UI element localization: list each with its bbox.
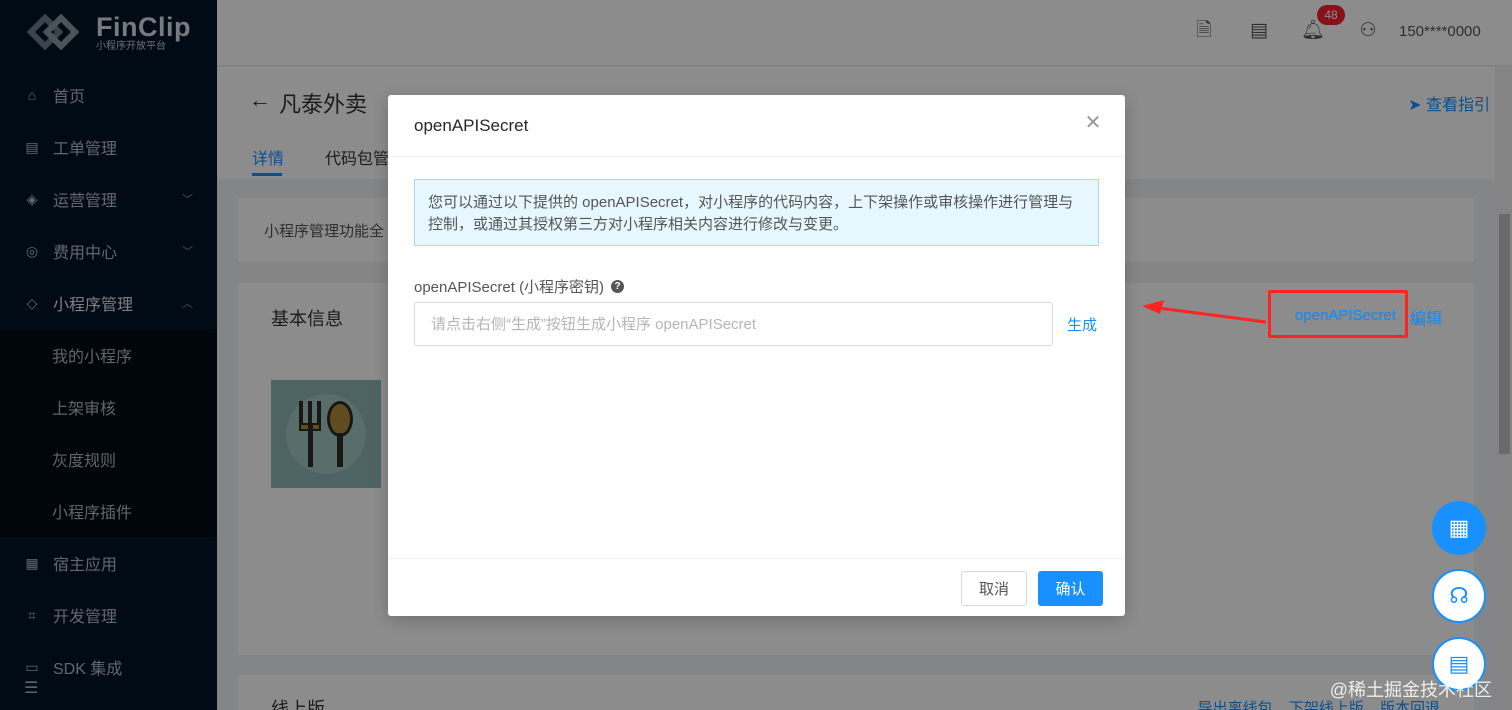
close-icon[interactable]: ✕ <box>1083 113 1103 133</box>
generate-button[interactable]: 生成 <box>1067 314 1097 335</box>
edit-link-highlighted[interactable]: 编辑 <box>1410 305 1442 329</box>
qrcode-icon: ▦ <box>1448 515 1470 540</box>
headset-icon: ☊ <box>1449 583 1469 608</box>
open-api-secret-link-highlighted[interactable]: openAPISecret <box>1295 307 1396 324</box>
modal-header: openAPISecret ✕ <box>388 95 1125 157</box>
cancel-button[interactable]: 取消 <box>961 571 1027 606</box>
secret-field-label: openAPISecret (小程序密钥) ? <box>414 276 625 297</box>
annotation-arrow-icon <box>1142 300 1267 324</box>
secret-input[interactable] <box>414 302 1053 346</box>
question-circle-icon[interactable]: ? <box>611 280 625 293</box>
document-icon: ▤ <box>1448 651 1470 676</box>
customer-service-button[interactable]: ☊ <box>1432 569 1486 623</box>
info-alert: 您可以通过以下提供的 openAPISecret，对小程序的代码内容，上下架操作… <box>414 179 1099 246</box>
confirm-button[interactable]: 确认 <box>1038 571 1103 606</box>
watermark: @稀土掘金技术社区 <box>1329 680 1492 700</box>
modal-footer: 取消 确认 <box>388 558 1125 616</box>
open-api-secret-modal: openAPISecret ✕ 您可以通过以下提供的 openAPISecret… <box>388 95 1125 616</box>
modal-title: openAPISecret <box>414 116 529 135</box>
qrcode-button[interactable]: ▦ <box>1432 501 1486 555</box>
secret-field-label-text: openAPISecret (小程序密钥) <box>414 279 605 296</box>
